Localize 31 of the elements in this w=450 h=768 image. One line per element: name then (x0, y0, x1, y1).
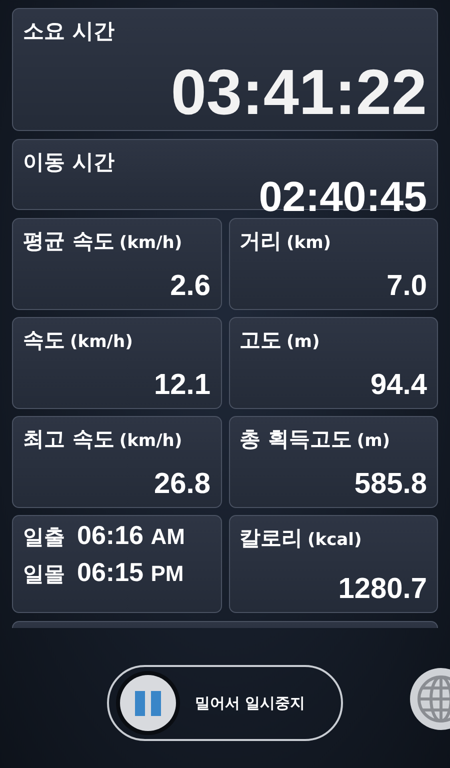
stat-unit: (kcal) (308, 530, 362, 550)
sun-time: 06:16 AM (77, 520, 185, 551)
stat-unit: (m) (356, 431, 390, 451)
sun-time: 06:15 PM (77, 557, 184, 588)
pause-slider[interactable]: 밀어서 일시중지 (107, 665, 343, 741)
sun-label: 일출 (23, 524, 65, 551)
stat-label: 칼로리 (240, 525, 302, 552)
sun-label: 일몰 (23, 561, 65, 588)
stat-unit: (km/h) (119, 431, 182, 451)
stat-value: 2.6 (170, 270, 210, 303)
moving-time-value: 02:40:45 (258, 176, 427, 218)
stat-unit: (m) (286, 332, 320, 352)
stat-unit: (km/h) (70, 332, 133, 352)
stat-label: 거리 (240, 228, 282, 255)
total-time-label: 소요 시간 (23, 18, 114, 45)
total-time-value: 03:41:22 (170, 60, 427, 124)
moving-time-label: 이동 시간 (23, 149, 114, 176)
stat-unit: (km/h) (119, 233, 182, 253)
stat-value: 12.1 (154, 369, 210, 402)
pause-icon[interactable] (115, 670, 181, 736)
stat-label: 속도 (23, 327, 65, 354)
stat-label: 고도 (240, 327, 282, 354)
stat-value: 7.0 (386, 270, 427, 303)
stat-value: 1280.7 (338, 573, 427, 606)
stat-label: 최고 속도 (23, 426, 114, 453)
stat-label: 평균 속도 (23, 228, 114, 255)
stat-unit: (km) (286, 233, 332, 253)
stat-value: 94.4 (370, 369, 427, 402)
stat-value: 585.8 (354, 468, 427, 501)
stat-value: 26.8 (154, 468, 210, 501)
stat-label: 총 획득고도 (240, 426, 352, 453)
